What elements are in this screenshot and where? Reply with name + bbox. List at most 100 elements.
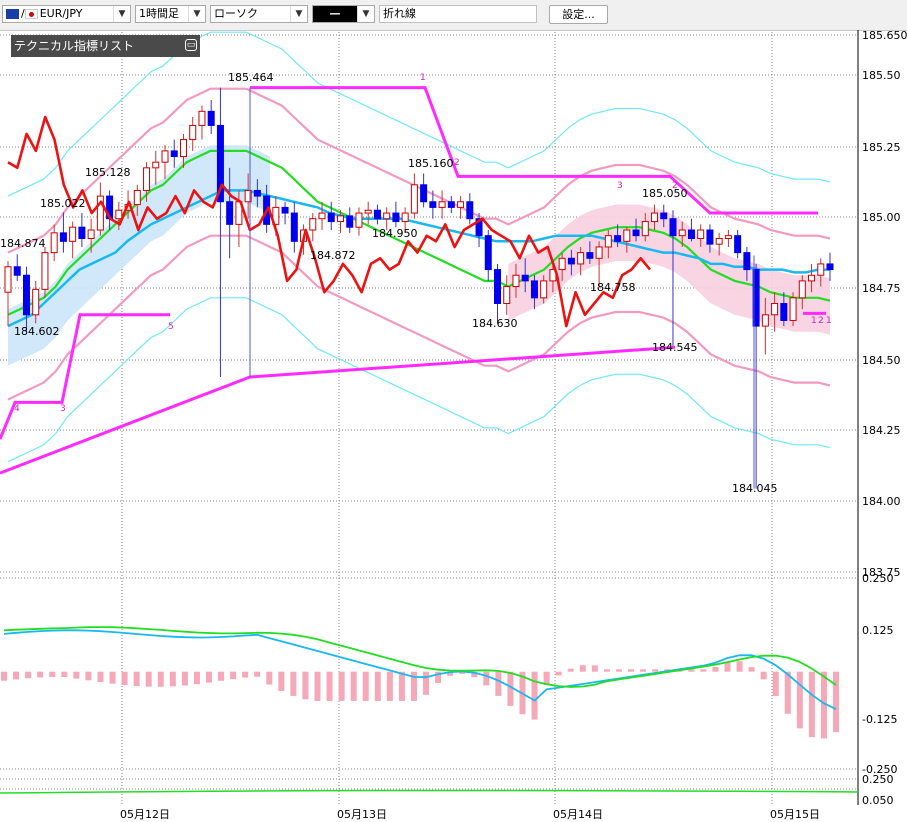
- chevron-down-icon[interactable]: ▼: [357, 6, 374, 22]
- candle-body: [410, 184, 418, 214]
- candle-body: [494, 269, 502, 304]
- candle-body: [13, 266, 21, 276]
- eu-flag-icon: [6, 9, 19, 19]
- candle-body: [179, 139, 187, 158]
- settings-button[interactable]: 設定...: [549, 5, 608, 24]
- macd-histogram-bar: [97, 671, 104, 683]
- price-axis-label: 185.00: [862, 211, 901, 224]
- candle-body: [290, 212, 298, 242]
- candle-body: [226, 201, 234, 225]
- candle-body: [115, 209, 123, 220]
- candle-body: [4, 266, 12, 293]
- macd-histogram-bar: [567, 668, 574, 672]
- restore-window-icon[interactable]: ▭: [185, 39, 197, 51]
- macd-histogram-bar: [362, 671, 369, 701]
- macd-histogram-bar: [73, 671, 80, 679]
- candle-body: [281, 206, 289, 214]
- macd-histogram-bar: [314, 671, 321, 701]
- candle-body: [22, 274, 30, 316]
- candle-body: [724, 235, 732, 239]
- candle-body: [373, 209, 381, 220]
- lower-axis-label: 0.050: [862, 794, 894, 807]
- macd-histogram-bar: [495, 671, 502, 696]
- chevron-down-icon[interactable]: ▼: [188, 6, 205, 22]
- macd-axis-label: 0.250: [862, 572, 894, 585]
- chart-style-label: ローソク: [214, 7, 258, 20]
- time-axis-label: 05月15日: [770, 808, 820, 821]
- macd-histogram-bar: [13, 671, 20, 680]
- price-annotation: 185.160: [408, 157, 454, 170]
- macd-histogram-bar: [145, 671, 152, 687]
- candle-body: [327, 212, 335, 223]
- candle-body: [189, 124, 197, 141]
- timeframe-select[interactable]: 1時間足 ▼: [135, 5, 206, 23]
- time-axis-label: 05月13日: [337, 808, 387, 821]
- chevron-down-icon[interactable]: ▼: [113, 6, 130, 22]
- candle-body: [429, 201, 437, 208]
- price-annotation: 184.602: [14, 325, 60, 338]
- price-annotation: 184.758: [590, 281, 636, 294]
- chart-canvas[interactable]: 184.874 185.022 185.128 185.464 184.602 185.1…: [0, 30, 907, 822]
- candle-body: [623, 229, 631, 242]
- candle-body: [595, 246, 603, 259]
- candle-body: [41, 252, 49, 290]
- candle-body: [161, 150, 169, 163]
- symbol-label: EUR/JPY: [39, 7, 83, 20]
- chevron-down-icon[interactable]: ▼: [290, 6, 307, 22]
- candle-body: [401, 212, 409, 223]
- macd-histogram-bar: [37, 671, 44, 678]
- candle-body: [808, 274, 816, 282]
- macd-line: [3, 629, 837, 710]
- symbol-select[interactable]: / EUR/JPY ▼: [2, 5, 131, 23]
- price-axis-label: 184.00: [862, 495, 901, 508]
- macd-histogram-bar: [796, 671, 803, 729]
- candle-body: [152, 161, 160, 169]
- macd-histogram-bar: [772, 671, 779, 696]
- macd-histogram-bar: [338, 671, 345, 701]
- macd-histogram-bar: [736, 661, 743, 672]
- candle-body: [253, 189, 261, 197]
- time-axis: 05月12日 05月13日 05月14日 05月15日: [120, 808, 820, 821]
- chart-style-select[interactable]: ローソク ▼: [210, 5, 308, 23]
- candle-body: [641, 221, 649, 237]
- price-annotation: 184.872: [310, 249, 356, 262]
- candle-body: [484, 235, 492, 271]
- price-annotation: 185.464: [228, 71, 274, 84]
- macd-histogram-bar: [193, 671, 200, 685]
- price-annotation: 185.128: [85, 166, 131, 179]
- macd-histogram-bar: [169, 671, 176, 687]
- price-annotation: 184.045: [732, 482, 778, 495]
- zigzag-label: 5: [168, 322, 174, 332]
- candle-body: [170, 150, 178, 158]
- macd-panel: [0, 626, 859, 794]
- line-type-field[interactable]: 折れ線: [379, 5, 537, 23]
- candle-body: [336, 215, 344, 223]
- line-style-swatch: —: [313, 6, 357, 22]
- macd-histogram-bar: [628, 669, 635, 672]
- indicator-list-title: テクニカル指標リスト: [14, 39, 135, 53]
- macd-histogram-bar: [483, 671, 490, 686]
- line-type-label: 折れ線: [383, 7, 416, 20]
- macd-axis-label: -0.125: [862, 713, 897, 726]
- japan-flag-icon: [24, 9, 38, 19]
- macd-histogram-bar: [833, 671, 839, 733]
- zigzag-label: 2: [672, 181, 678, 191]
- macd-histogram-bar: [157, 671, 164, 687]
- price-annotation: 184.874: [0, 237, 46, 250]
- candle-body: [734, 235, 742, 254]
- macd-histogram-bar: [242, 671, 249, 678]
- price-annotation: 184.545: [652, 341, 698, 354]
- toolbar: / EUR/JPY ▼ 1時間足 ▼ ローソク ▼ — ▼ 折れ線 設定...: [0, 0, 907, 31]
- macd-histogram-bar: [603, 669, 610, 672]
- candle-body: [78, 226, 86, 239]
- macd-histogram-bar: [700, 669, 707, 672]
- macd-histogram-bar: [218, 671, 225, 681]
- candle-body: [530, 280, 538, 299]
- candle-body: [577, 252, 585, 265]
- zigzag-label: 3: [617, 181, 623, 191]
- candle-body: [743, 252, 751, 271]
- line-style-select[interactable]: — ▼: [312, 5, 375, 23]
- macd-histogram-bar: [555, 671, 562, 676]
- technical-indicator-list[interactable]: テクニカル指標リスト ▭: [11, 35, 200, 57]
- price-annotation: 184.950: [372, 227, 418, 240]
